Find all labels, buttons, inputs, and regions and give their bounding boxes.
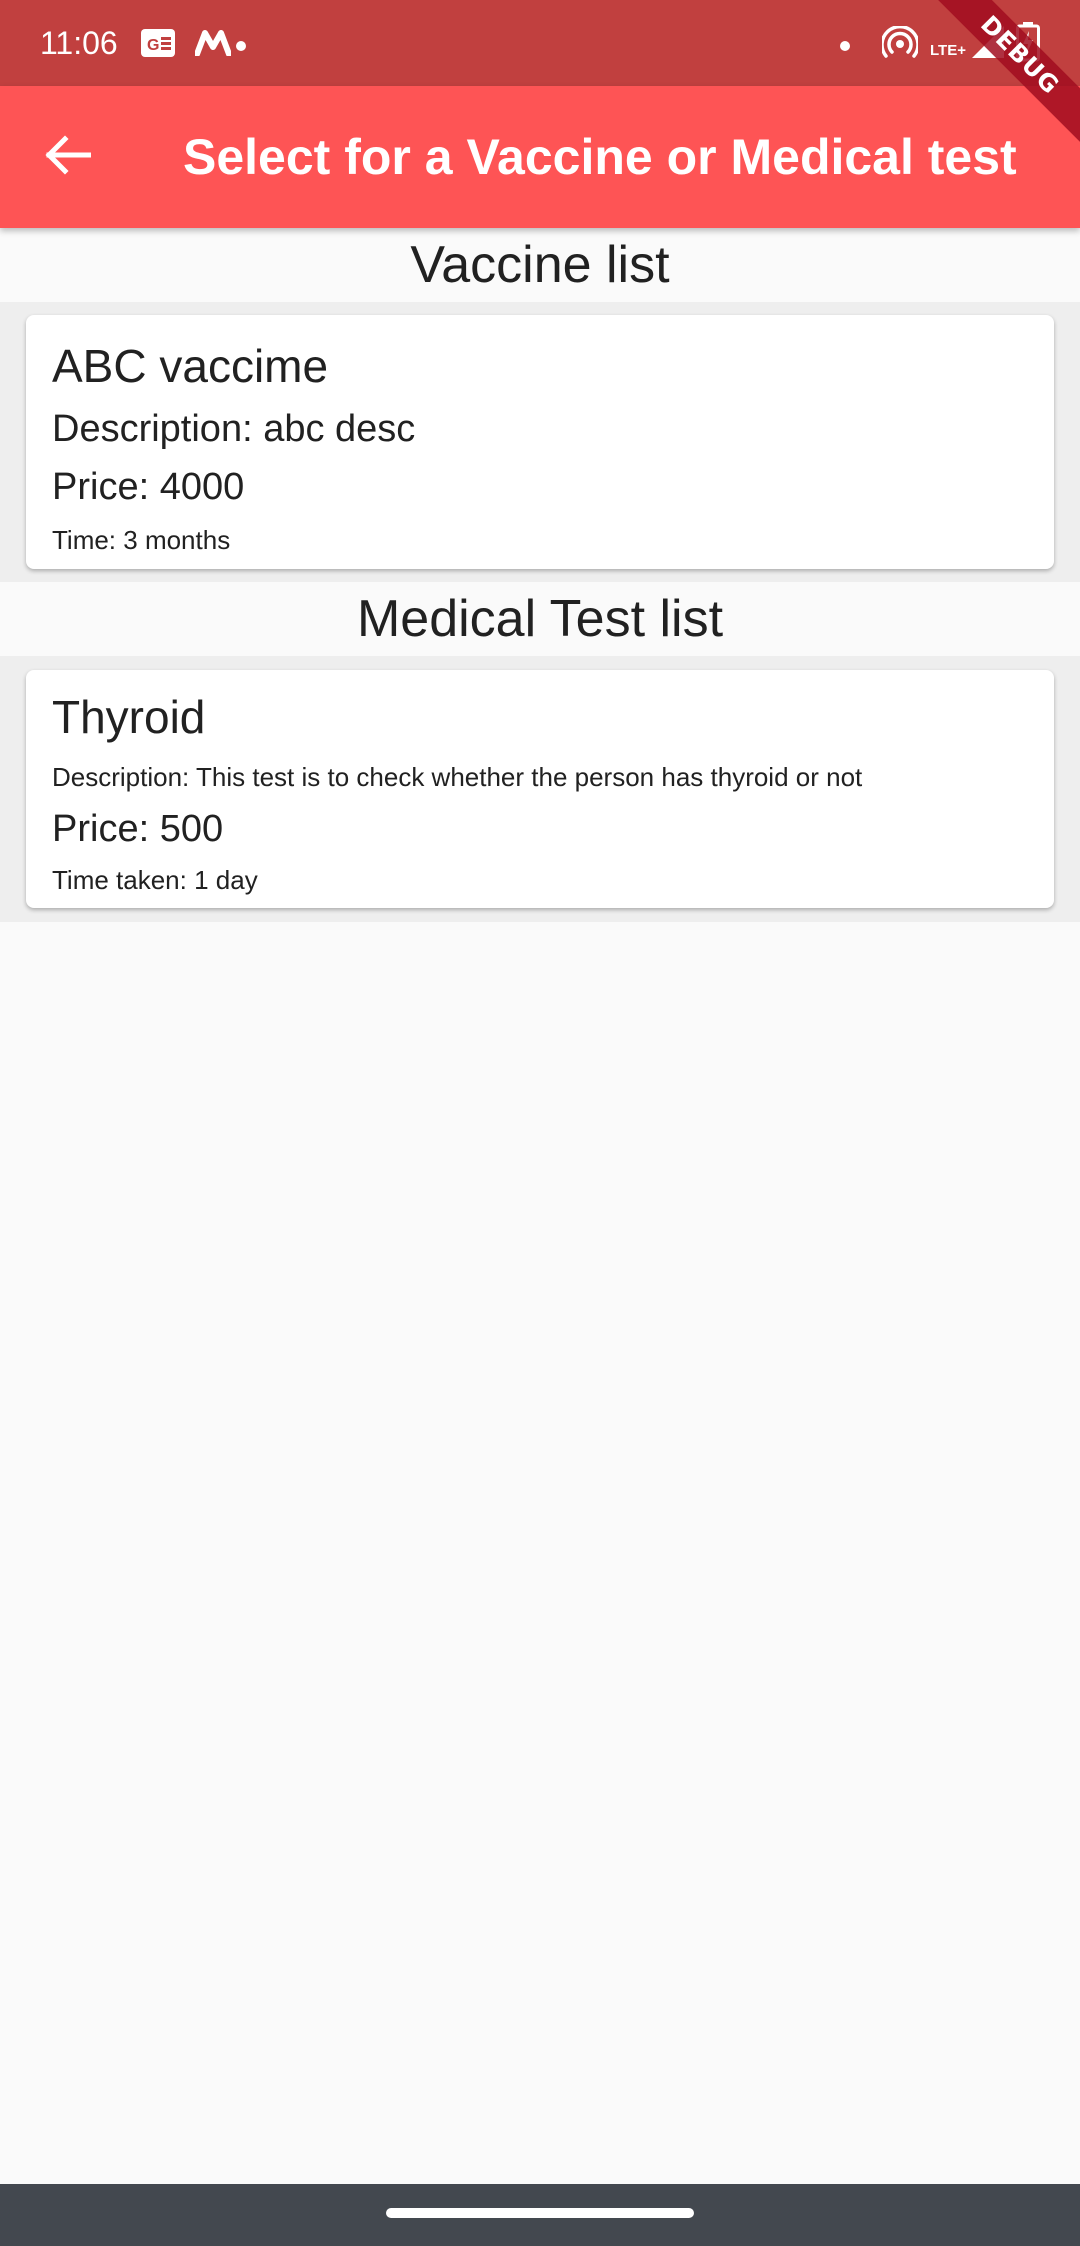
home-indicator[interactable] <box>386 2208 694 2218</box>
svg-text:G: G <box>147 37 159 54</box>
navigation-bar <box>0 2184 1080 2246</box>
m-app-icon <box>194 30 232 61</box>
medical-test-name: Thyroid <box>52 691 206 743</box>
medical-test-price: Price: 500 <box>52 808 224 850</box>
page-title: Select for a Vaccine or Medical test <box>183 129 1017 185</box>
status-time: 11:06 <box>40 25 118 61</box>
medical-test-card[interactable]: Thyroid Description: This test is to che… <box>26 670 1054 908</box>
signal-icon <box>970 24 1006 65</box>
dot-icon <box>840 38 850 56</box>
vaccine-time: Time: 3 months <box>52 525 231 555</box>
status-bar: 11:06 G LTE+ <box>0 0 1080 86</box>
medical-test-list-header: Medical Test list <box>0 582 1080 656</box>
vaccine-description: Description: abc desc <box>52 408 416 450</box>
vaccine-list-header: Vaccine list <box>0 228 1080 302</box>
medical-test-list: Thyroid Description: This test is to che… <box>0 656 1080 922</box>
battery-charging-icon <box>1016 22 1040 67</box>
hotspot-icon <box>880 25 920 63</box>
network-type-label: LTE+ <box>930 42 966 59</box>
vaccine-price: Price: 4000 <box>52 466 245 508</box>
app-bar: Select for a Vaccine or Medical test <box>0 86 1080 228</box>
medical-test-time: Time taken: 1 day <box>52 865 258 895</box>
back-button[interactable] <box>32 121 104 193</box>
dot-icon <box>236 38 246 56</box>
arrow-back-icon <box>45 134 92 180</box>
news-icon: G <box>140 28 176 63</box>
vaccine-name: ABC vaccime <box>52 340 329 392</box>
vaccine-card[interactable]: ABC vaccime Description: abc desc Price:… <box>26 315 1054 569</box>
medical-test-description: Description: This test is to check wheth… <box>52 762 863 792</box>
vaccine-list: ABC vaccime Description: abc desc Price:… <box>0 302 1080 582</box>
